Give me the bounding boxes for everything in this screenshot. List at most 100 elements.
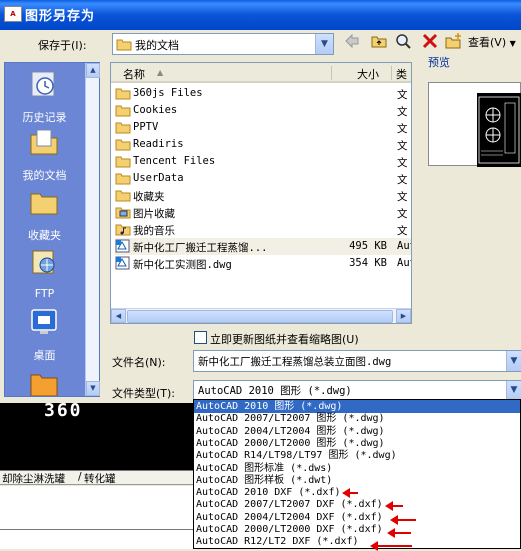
red-arrow-icon xyxy=(390,515,416,525)
red-arrow-icon xyxy=(370,541,412,551)
pictures-folder-icon xyxy=(115,205,131,222)
chevron-down-icon[interactable]: ▼ xyxy=(506,381,521,399)
scroll-right-icon[interactable]: ▶ xyxy=(396,309,411,323)
place-extra[interactable] xyxy=(5,367,84,396)
chevron-down-icon[interactable]: ▼ xyxy=(315,34,333,54)
update-thumbnail-checkbox[interactable] xyxy=(194,331,207,344)
filename-label: 文件名(N): xyxy=(112,356,166,369)
back-arrow-icon xyxy=(345,33,359,49)
file-list[interactable]: 名称 ▲ 大小 类 360js Files 文 Cookies 文 PPTV 文 Readi… xyxy=(110,62,412,324)
filetype-option[interactable]: AutoCAD 2000/LT2000 图形 (*.dwg) xyxy=(194,437,520,450)
file-row[interactable]: UserData 文 xyxy=(115,170,411,187)
back-button[interactable] xyxy=(341,32,363,54)
layout-tab[interactable]: 转化罐 xyxy=(84,471,116,486)
file-name: UserData xyxy=(133,172,184,184)
red-arrow-icon xyxy=(385,501,403,511)
views-menu-button[interactable]: 查看(V) ▼ xyxy=(468,34,516,50)
file-name: 新中化工实测图.dwg xyxy=(133,259,232,271)
file-row[interactable]: 新中化工厂搬迁工程蒸馏... 495 KB Aut xyxy=(115,238,411,255)
folder-icon xyxy=(115,103,131,120)
filetype-dropdown-list[interactable]: AutoCAD 2010 图形 (*.dwg) AutoCAD 2007/LT20… xyxy=(193,399,521,549)
column-type[interactable]: 类 xyxy=(396,66,407,82)
folder-icon xyxy=(115,86,131,103)
music-folder-icon xyxy=(115,222,131,239)
divider xyxy=(0,529,200,530)
file-type: 文 xyxy=(397,225,408,237)
filetype-option[interactable]: AutoCAD R14/LT98/LT97 图形 (*.dwg) xyxy=(194,449,520,462)
file-row[interactable]: 新中化工实测图.dwg 354 KB Aut xyxy=(115,255,411,272)
place-label: 桌面 xyxy=(33,349,56,362)
scroll-left-icon[interactable]: ◀ xyxy=(111,309,126,323)
place-my-documents[interactable]: 我的文档 xyxy=(5,127,84,187)
preview-label: 预览 xyxy=(428,56,450,69)
places-scrollbar[interactable]: ▲ ▼ xyxy=(85,63,100,396)
window-title: 图形另存为 xyxy=(25,9,96,24)
search-web-button[interactable] xyxy=(392,32,414,54)
desktop-icon xyxy=(29,307,59,337)
filetype-option[interactable]: AutoCAD 2010 图形 (*.dwg) xyxy=(194,400,520,413)
file-name: 图片收藏 xyxy=(133,208,175,220)
drawing-canvas[interactable] xyxy=(0,403,200,470)
search-icon xyxy=(396,34,411,49)
red-arrow-icon xyxy=(342,488,358,498)
place-desktop[interactable]: 桌面 xyxy=(5,307,84,367)
scroll-thumb[interactable] xyxy=(127,310,393,323)
layout-tab[interactable]: 却除尘淋洗罐 xyxy=(2,471,65,486)
file-row[interactable]: 我的音乐 文 xyxy=(115,221,411,238)
filetype-option[interactable]: AutoCAD 2004/LT2004 图形 (*.dwg) xyxy=(194,425,520,438)
update-thumbnail-label[interactable]: 立即更新图纸并查看缩略图(U) xyxy=(210,331,359,347)
file-row[interactable]: Readiris 文 xyxy=(115,136,411,153)
savein-combo[interactable]: 我的文档 ▼ xyxy=(112,33,334,55)
chevron-down-icon[interactable]: ▼ xyxy=(506,351,521,371)
filetype-option[interactable]: AutoCAD 图形标准 (*.dws) xyxy=(194,462,520,475)
folder-icon xyxy=(115,137,131,154)
canvas-text: 360 xyxy=(44,400,83,421)
place-label: FTP xyxy=(34,287,55,300)
title-bar[interactable]: A 图形另存为 xyxy=(0,0,521,30)
filetype-option[interactable]: AutoCAD R12/LT2 DXF (*.dxf) xyxy=(194,535,520,548)
folder-icon xyxy=(116,37,132,54)
place-label: 历史记录 xyxy=(22,111,67,124)
file-name: Readiris xyxy=(133,138,184,150)
filetype-option[interactable]: AutoCAD 2004/LT2004 DXF (*.dxf) xyxy=(194,511,520,524)
file-type: 文 xyxy=(397,89,408,101)
new-folder-button[interactable] xyxy=(443,32,465,54)
filetype-option[interactable]: AutoCAD 2007/LT2007 DXF (*.dxf) xyxy=(194,498,520,511)
sort-up-icon: ▲ xyxy=(157,68,164,77)
scroll-up-icon[interactable]: ▲ xyxy=(86,63,100,78)
horizontal-scrollbar[interactable]: ◀ ▶ xyxy=(111,308,411,323)
column-name[interactable]: 名称 xyxy=(123,66,145,82)
filetype-option[interactable]: AutoCAD 图形样板 (*.dwt) xyxy=(194,474,520,487)
file-name: Tencent Files xyxy=(133,155,216,167)
file-row[interactable]: 收藏夹 文 xyxy=(115,187,411,204)
command-area[interactable] xyxy=(0,486,200,549)
file-name: 收藏夹 xyxy=(133,191,165,203)
place-ftp[interactable]: FTP xyxy=(5,247,84,307)
filetype-select[interactable]: AutoCAD 2010 图形 (*.dwg) xyxy=(193,380,521,400)
folder-icon xyxy=(29,367,59,396)
delete-button[interactable] xyxy=(419,32,441,54)
up-folder-icon xyxy=(371,36,387,48)
file-type: Aut xyxy=(397,257,411,269)
place-history[interactable]: 历史记录 xyxy=(5,69,84,129)
savein-label: 保存于(I): xyxy=(38,39,87,52)
filename-input[interactable]: 新中化工厂搬迁工程蒸馏总装立面图.dwg xyxy=(193,350,521,372)
filetype-option[interactable]: AutoCAD 2000/LT2000 DXF (*.dxf) xyxy=(194,523,520,536)
file-row[interactable]: Tencent Files 文 xyxy=(115,153,411,170)
places-bar: 历史记录 我的文档 收藏夹 FTP 桌面 ▲ ▼ xyxy=(4,62,100,397)
autocad-app-icon[interactable]: A xyxy=(4,6,22,22)
up-folder-button[interactable] xyxy=(368,32,390,54)
column-size[interactable]: 大小 xyxy=(357,66,379,82)
place-favorites[interactable]: 收藏夹 xyxy=(5,187,84,247)
file-size: 354 KB xyxy=(349,257,387,269)
filetype-option[interactable]: AutoCAD 2007/LT2007 图形 (*.dwg) xyxy=(194,412,520,425)
file-name: PPTV xyxy=(133,121,159,133)
file-row[interactable]: Cookies 文 xyxy=(115,102,411,119)
file-row[interactable]: 图片收藏 文 xyxy=(115,204,411,221)
scroll-down-icon[interactable]: ▼ xyxy=(86,381,100,396)
column-separator xyxy=(331,66,332,80)
file-row[interactable]: PPTV 文 xyxy=(115,119,411,136)
favorites-icon xyxy=(29,187,59,217)
delete-icon xyxy=(422,33,438,49)
file-row[interactable]: 360js Files 文 xyxy=(115,85,411,102)
